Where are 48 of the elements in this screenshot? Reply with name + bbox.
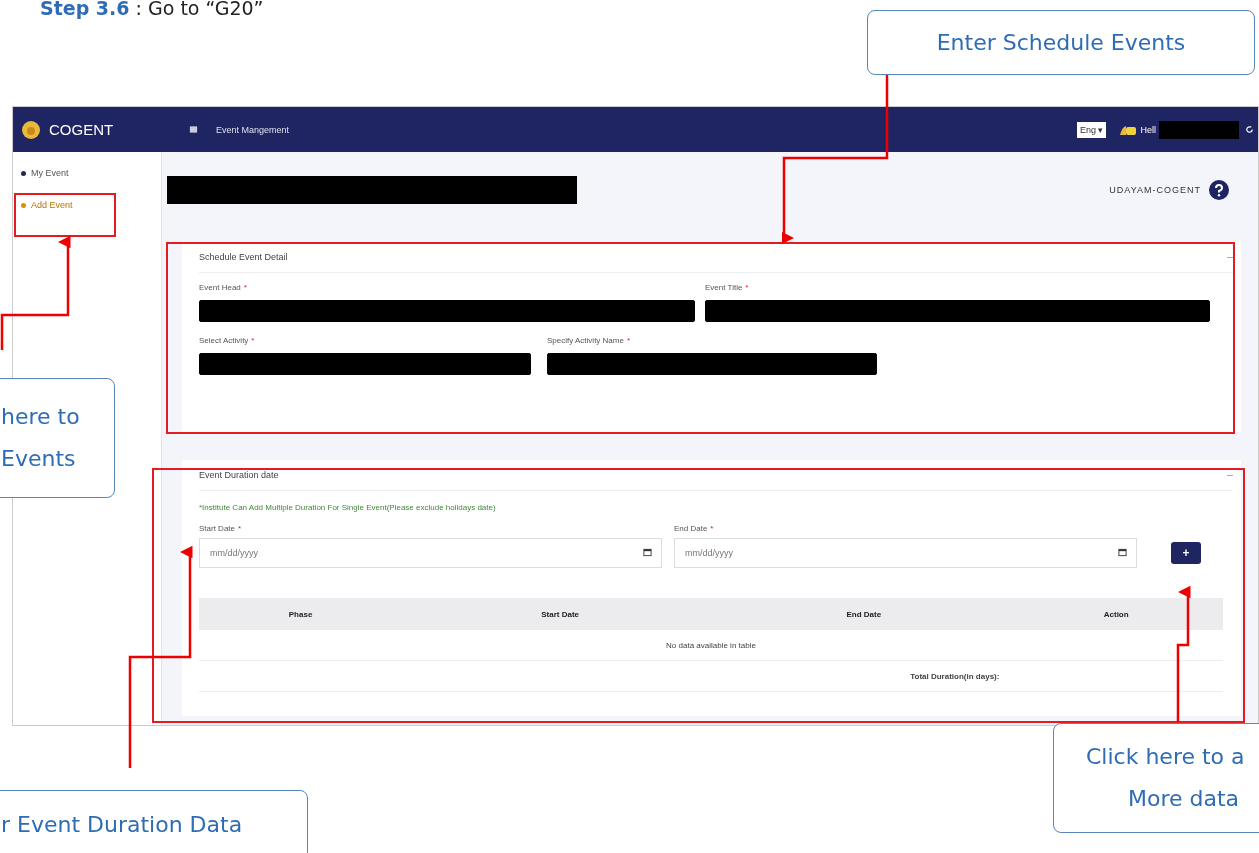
refresh-icon[interactable] xyxy=(1245,125,1254,134)
date-field[interactable]: mm/dd/yyyy xyxy=(199,538,662,568)
input-field[interactable] xyxy=(705,300,1210,322)
callout-text: More data xyxy=(1127,785,1240,813)
brand-name: COGENT xyxy=(49,121,114,138)
callout-text: Enter Schedule Events xyxy=(936,28,1186,57)
required-mark: * xyxy=(243,283,247,292)
field-label: Select Activity xyxy=(199,336,249,345)
organization-name: UDAYAM-COGENT xyxy=(1109,185,1201,195)
greeting: Hell xyxy=(1140,124,1156,135)
column-header[interactable]: Phase xyxy=(199,598,403,630)
sidebar-item[interactable]: Add Event xyxy=(13,200,73,232)
callout-text: r Event Duration Data xyxy=(1,811,244,839)
language-dropdown[interactable]: Eng ▾ xyxy=(1076,121,1107,138)
empty-message: No data available in table xyxy=(199,630,1223,661)
required-mark: * xyxy=(626,336,631,345)
add-button[interactable]: + xyxy=(1171,542,1201,564)
help-icon[interactable] xyxy=(1209,180,1229,200)
logo-icon xyxy=(21,119,41,140)
section-title: Event Duration date xyxy=(199,470,279,480)
input-field[interactable] xyxy=(547,353,877,375)
required-mark: * xyxy=(238,524,242,533)
field-label: End Date xyxy=(674,524,708,533)
column-header[interactable]: Action xyxy=(1009,598,1223,630)
input-field[interactable] xyxy=(199,353,531,375)
field-label: Event Title xyxy=(705,283,743,292)
page-title: Event Mangement xyxy=(216,124,290,135)
calendar-icon[interactable] xyxy=(1118,548,1127,557)
date-field[interactable]: mm/dd/yyyy xyxy=(674,538,1137,568)
field-label: Specify Activity Name xyxy=(547,336,624,345)
callout-text: Events xyxy=(1,445,77,473)
required-mark: * xyxy=(745,283,749,292)
step-heading: Step 3.6 : Go to “G20” xyxy=(40,0,264,20)
required-mark: * xyxy=(251,336,255,345)
column-header[interactable]: Start Date xyxy=(402,598,719,630)
column-header[interactable]: End Date xyxy=(718,598,1010,630)
total-duration-label: Total Duration(in days): xyxy=(199,660,1010,692)
callout-text: Click here to a xyxy=(1086,743,1245,771)
callout-text: here to xyxy=(1,403,81,431)
field-label: Event Head xyxy=(199,283,241,292)
menu-icon[interactable] xyxy=(189,125,198,134)
section-title: Schedule Event Detail xyxy=(199,252,288,262)
input-field[interactable] xyxy=(199,300,695,322)
calendar-icon[interactable] xyxy=(643,548,652,557)
info-note: *Institute Can Add Multiple Duration For Single Event(Please exclude holidays date) xyxy=(199,503,497,512)
sidebar-item[interactable]: My Event xyxy=(13,168,69,200)
field-label: Start Date xyxy=(199,524,235,533)
required-mark: * xyxy=(710,524,714,533)
